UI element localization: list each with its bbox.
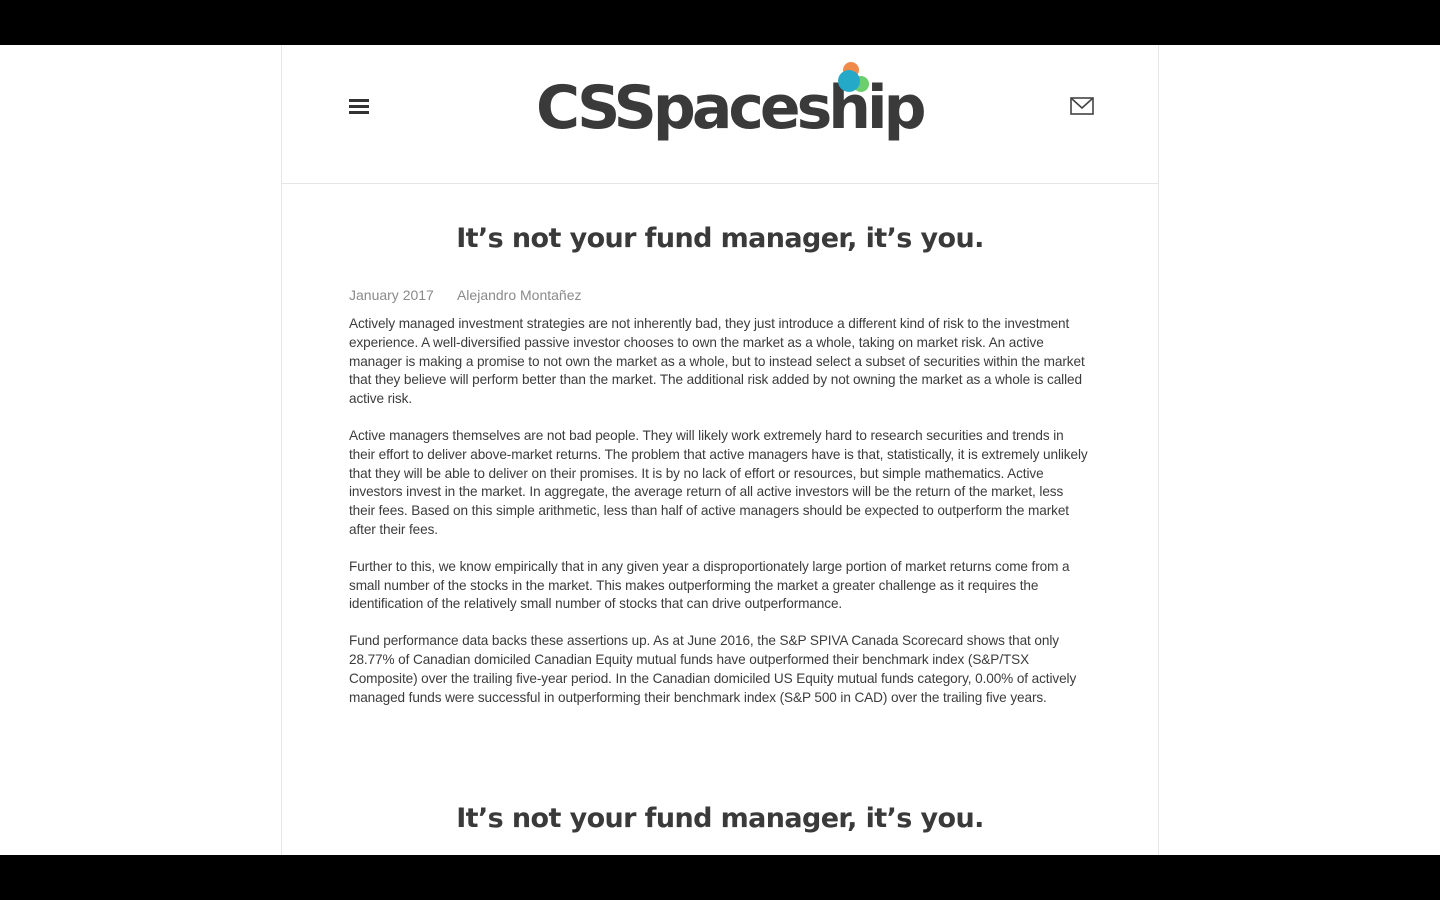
article-title[interactable]: It’s not your fund manager, it’s you. <box>349 795 1091 843</box>
page-container: CSSpaceship It’s not your fund manager, … <box>281 45 1159 855</box>
article-paragraph: Further to this, we know empirically tha… <box>349 558 1070 612</box>
article-title[interactable]: It’s not your fund manager, it’s you. <box>349 215 1091 263</box>
article-paragraph: Fund performance data backs these assert… <box>349 633 1077 705</box>
logo-dots-icon <box>838 62 869 92</box>
envelope-icon[interactable] <box>1066 93 1098 119</box>
article: It’s not your fund manager, it’s you. <box>349 795 1091 843</box>
article-meta: January 2017 Alejandro Montañez <box>349 285 1091 305</box>
menu-bar <box>349 111 369 114</box>
hamburger-menu-icon[interactable] <box>342 90 378 122</box>
article: It’s not your fund manager, it’s you. Ja… <box>349 215 1091 725</box>
article-date: January 2017 <box>349 287 434 303</box>
site-logo[interactable]: CSSpaceship <box>536 62 927 157</box>
article-body: Actively managed investment strategies a… <box>349 315 1091 707</box>
bottom-letterbox <box>0 855 1440 900</box>
browser-viewport: CSSpaceship It’s not your fund manager, … <box>0 45 1440 855</box>
top-letterbox <box>0 0 1440 45</box>
envelope-svg <box>1070 97 1094 115</box>
article-author: Alejandro Montañez <box>456 287 582 303</box>
article-paragraph: Active managers themselves are not bad p… <box>349 427 1088 537</box>
logo-dot-blue <box>838 70 860 92</box>
menu-bar <box>349 99 369 102</box>
article-paragraph: Actively managed investment strategies a… <box>349 316 1085 407</box>
site-header: CSSpaceship <box>282 45 1158 184</box>
menu-bar <box>349 105 369 108</box>
